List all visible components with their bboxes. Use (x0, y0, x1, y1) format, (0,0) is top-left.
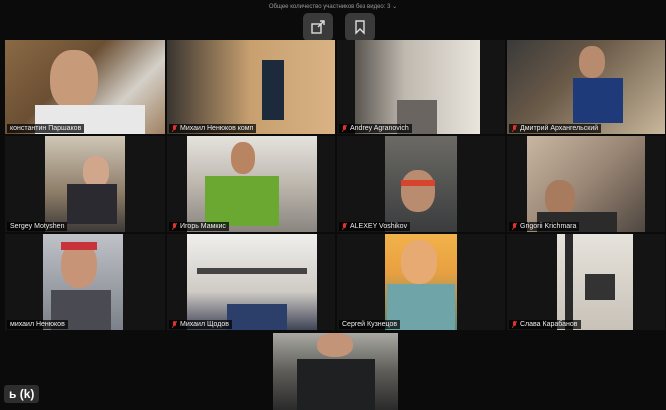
participant-name-label: Дмитрий Архангельский (509, 124, 602, 133)
bookmark-button[interactable] (345, 13, 375, 41)
video-tile[interactable]: Игорь Мамкис (167, 136, 335, 232)
mic-muted-icon (342, 223, 347, 230)
participant-name-label: Игорь Мамкис (169, 222, 229, 231)
mic-muted-icon (512, 125, 517, 132)
share-button[interactable] (303, 13, 333, 41)
video-tile[interactable]: Михаил Ненюков комп (167, 40, 335, 134)
participant-name-label: Михаил Ненюков комп (169, 124, 257, 133)
participants-without-video-info[interactable]: Общее количество участников без видео: 3… (0, 0, 666, 14)
bookmark-icon (355, 20, 365, 35)
video-tile[interactable]: Grigorii Krichmara (507, 136, 665, 232)
mic-muted-icon (172, 223, 177, 230)
video-tile[interactable]: Сергей Кузнецов (337, 234, 505, 330)
participant-name-label: михаил Ненюков (7, 320, 68, 329)
participant-name-label: Михаил Щодов (169, 320, 232, 329)
participant-name-label: Sergey Motyshen (7, 222, 68, 231)
video-tile[interactable] (273, 333, 398, 410)
video-tile[interactable]: Sergey Motyshen (5, 136, 165, 232)
mic-muted-icon (512, 321, 517, 328)
video-tile[interactable]: михаил Ненюков (5, 234, 165, 330)
participant-name-label: Слава Карабанов (509, 320, 581, 329)
mic-muted-icon (172, 321, 177, 328)
mic-muted-icon (342, 125, 347, 132)
participant-name-label: Сергей Кузнецов (339, 320, 401, 329)
video-tile[interactable]: Дмитрий Архангельский (507, 40, 665, 134)
bottom-overlay-label: ь (k) (4, 385, 40, 403)
share-icon (311, 20, 325, 34)
participant-name-label: константин Паршаков (7, 124, 85, 133)
video-tile[interactable]: константин Паршаков (5, 40, 165, 134)
video-tile[interactable]: Слава Карабанов (507, 234, 665, 330)
mic-muted-icon (172, 125, 177, 132)
mic-muted-icon (512, 223, 517, 230)
video-tile[interactable]: ALEXEY Voshikov (337, 136, 505, 232)
video-tile[interactable]: Михаил Щодов (167, 234, 335, 330)
video-tile[interactable]: Andrey Agranovich (337, 40, 505, 134)
participant-name-label: ALEXEY Voshikov (339, 222, 411, 231)
participant-name-label: Grigorii Krichmara (509, 222, 580, 231)
participant-name-label: Andrey Agranovich (339, 124, 412, 133)
